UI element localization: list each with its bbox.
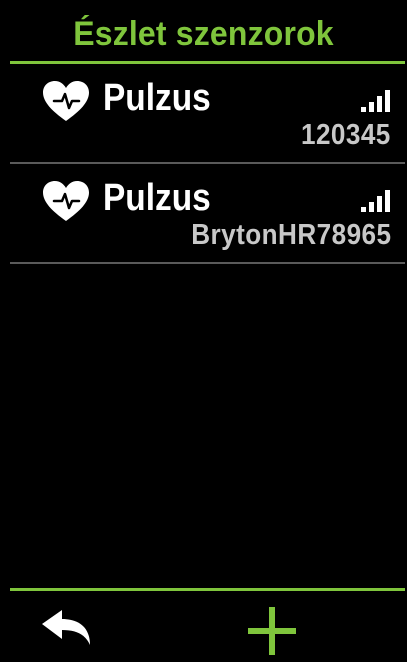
signal-strength-icon [360, 89, 392, 113]
footer-toolbar [0, 591, 407, 662]
sensor-name: Pulzus [103, 77, 211, 119]
back-button[interactable] [40, 609, 98, 649]
add-sensor-button[interactable] [244, 603, 300, 659]
heart-rate-icon [42, 180, 90, 222]
sensor-item[interactable]: Pulzus 120345 [0, 64, 407, 164]
page-title: Észlet szenzorok [73, 15, 334, 53]
plus-icon [248, 607, 296, 655]
back-arrow-icon [42, 610, 90, 645]
row-divider [10, 262, 405, 264]
sensor-id: BrytonHR78965 [190, 219, 391, 251]
sensor-item[interactable]: Pulzus BrytonHR78965 [0, 164, 407, 264]
sensor-name: Pulzus [103, 177, 211, 219]
signal-strength-icon [360, 189, 392, 213]
heart-rate-icon [42, 80, 90, 122]
header: Észlet szenzorok [0, 0, 407, 64]
sensor-id: 120345 [301, 119, 391, 151]
